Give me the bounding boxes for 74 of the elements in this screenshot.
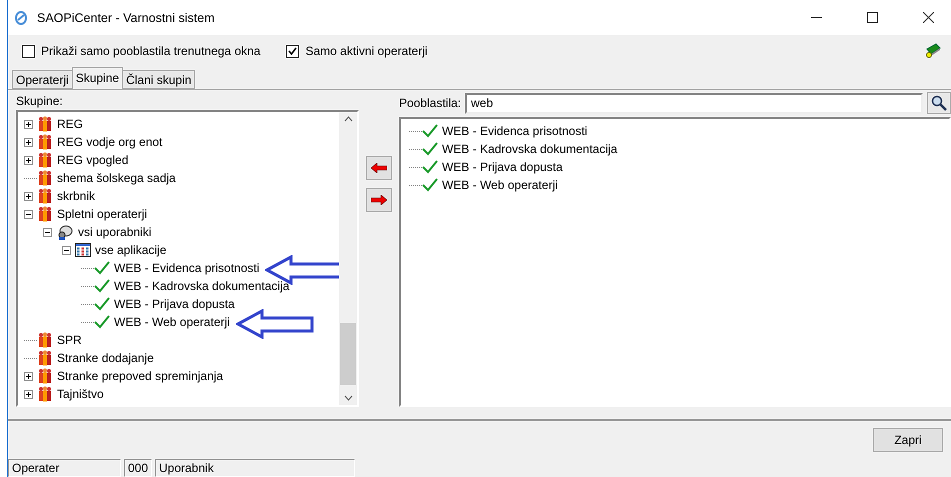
people-group-icon bbox=[37, 188, 53, 204]
maximize-icon[interactable] bbox=[866, 12, 878, 23]
expand-toggle[interactable] bbox=[24, 138, 33, 146]
checkmark-icon bbox=[422, 160, 438, 174]
tree-item[interactable]: WEB - Web operaterji bbox=[114, 315, 230, 329]
app-logo-icon bbox=[15, 10, 27, 24]
tree-item[interactable]: Stranke prepoved spreminjanja bbox=[57, 369, 224, 383]
checkbox-label: Prikaži samo pooblastila trenutnega okna bbox=[41, 44, 260, 58]
people-group-icon bbox=[37, 206, 53, 222]
tree-item[interactable]: REG vodje org enot bbox=[57, 135, 162, 149]
tab[interactable]: Operaterji bbox=[12, 70, 73, 89]
search-button[interactable] bbox=[927, 92, 951, 114]
tree-item[interactable]: WEB - Evidenca prisotnosti bbox=[114, 261, 260, 275]
people-group-icon bbox=[37, 350, 53, 366]
people-group-icon bbox=[37, 332, 53, 348]
checkmark-icon bbox=[422, 124, 438, 138]
tree-item[interactable]: skrbnik bbox=[57, 189, 96, 203]
checkmark-icon bbox=[94, 315, 110, 329]
people-group-icon bbox=[37, 368, 53, 384]
tree-item[interactable]: vse aplikacije bbox=[95, 243, 166, 257]
expand-toggle[interactable] bbox=[24, 192, 33, 200]
status-field: Operater bbox=[8, 459, 121, 477]
permission-item[interactable]: WEB - Evidenca prisotnosti bbox=[442, 124, 588, 138]
search-field[interactable]: web bbox=[465, 92, 923, 114]
tab[interactable]: Člani skupin bbox=[122, 70, 196, 89]
groups-label: Skupine: bbox=[16, 93, 64, 110]
collapse-toggle[interactable] bbox=[24, 210, 33, 218]
people-group-icon bbox=[37, 170, 53, 186]
tree-item[interactable]: WEB - Prijava dopusta bbox=[114, 297, 235, 311]
status-field: 000 bbox=[124, 459, 152, 477]
permission-item[interactable]: WEB - Prijava dopusta bbox=[442, 160, 563, 174]
app-grid-icon bbox=[75, 243, 91, 257]
tree-item[interactable]: SPR bbox=[57, 333, 82, 347]
close-dialog-button[interactable]: Zapri bbox=[873, 428, 943, 452]
user-icon bbox=[56, 224, 74, 240]
tree-item[interactable]: Tajništvo bbox=[57, 387, 104, 401]
people-group-icon bbox=[37, 386, 53, 402]
permissions-label: Pooblastila: bbox=[398, 95, 461, 112]
people-group-icon bbox=[37, 152, 53, 168]
tree-item[interactable]: Stranke dodajanje bbox=[57, 351, 154, 365]
permission-item[interactable]: WEB - Web operaterji bbox=[442, 178, 558, 192]
checkbox[interactable] bbox=[22, 44, 35, 58]
left-arrow-icon bbox=[371, 163, 388, 173]
expand-toggle[interactable] bbox=[24, 372, 33, 380]
checkmark-icon bbox=[422, 142, 438, 156]
expand-toggle[interactable] bbox=[24, 120, 33, 128]
checkmark-icon bbox=[94, 297, 110, 311]
people-group-icon bbox=[37, 134, 53, 150]
checkbox[interactable] bbox=[286, 44, 300, 58]
tree-item[interactable]: Spletni operaterji bbox=[57, 207, 148, 221]
status-field: Uporabnik bbox=[155, 459, 355, 477]
tree-item[interactable]: WEB - Kadrovska dokumentacija bbox=[114, 279, 290, 293]
checkbox-label: Samo aktivni operaterji bbox=[305, 44, 428, 58]
checkmark-icon bbox=[422, 178, 438, 192]
collapse-toggle[interactable] bbox=[43, 228, 52, 236]
close-icon[interactable] bbox=[922, 12, 934, 23]
right-arrow-icon bbox=[371, 195, 388, 205]
checkmark-icon bbox=[94, 261, 110, 275]
remove-button[interactable] bbox=[366, 156, 392, 180]
minimize-icon[interactable] bbox=[810, 16, 822, 18]
people-group-icon bbox=[37, 116, 53, 132]
collapse-toggle[interactable] bbox=[62, 246, 71, 254]
tree-item[interactable]: vsi uporabniki bbox=[78, 225, 152, 239]
permission-item[interactable]: WEB - Kadrovska dokumentacija bbox=[442, 142, 618, 156]
tree-item[interactable]: REG vpogled bbox=[57, 153, 128, 167]
expand-toggle[interactable] bbox=[24, 390, 33, 398]
checkmark-icon bbox=[94, 279, 110, 293]
expand-toggle[interactable] bbox=[24, 156, 33, 164]
help-book-icon[interactable] bbox=[925, 43, 941, 59]
tree-item[interactable]: shema šolskega sadja bbox=[57, 171, 176, 185]
scroll-thumb[interactable] bbox=[340, 323, 356, 385]
add-button[interactable] bbox=[366, 188, 392, 212]
window-title: SAOPiCenter - Varnostni sistem bbox=[37, 10, 216, 24]
tree-item[interactable]: REG bbox=[57, 117, 84, 131]
